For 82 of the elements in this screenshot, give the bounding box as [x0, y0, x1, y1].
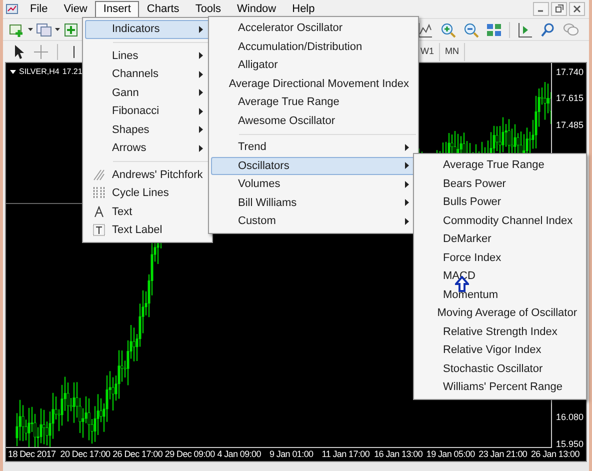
- price-axis-label: 15.950: [556, 440, 584, 449]
- menu-item[interactable]: Williams' Percent Range: [416, 378, 584, 396]
- menu-bar-item[interactable]: Charts: [138, 0, 188, 18]
- time-axis-label: 11 Jan 17:00: [322, 448, 371, 461]
- chat-icon[interactable]: [563, 22, 579, 38]
- menu-item[interactable]: Indicators: [85, 20, 210, 38]
- close-button[interactable]: [569, 2, 585, 16]
- price-axis-label: 17.740: [556, 68, 584, 77]
- menu-item[interactable]: Volumes: [211, 175, 416, 194]
- menu-item[interactable]: Commodity Channel Index: [416, 212, 584, 230]
- menu-item[interactable]: Average True Range: [416, 156, 584, 174]
- line-chart-icon[interactable]: [417, 22, 433, 38]
- pitchfork-icon: [93, 168, 105, 181]
- menu-item[interactable]: Arrows: [85, 139, 210, 158]
- time-axis-label: 26 Dec 17:00: [112, 448, 164, 461]
- windows-icon[interactable]: [36, 22, 52, 38]
- caret-icon: [28, 28, 33, 31]
- dropdown-triangle-icon[interactable]: [10, 70, 16, 74]
- search-icon[interactable]: [540, 22, 556, 38]
- menu-item[interactable]: Bulls Power: [416, 193, 584, 212]
- menu-item[interactable]: Relative Strength Index: [416, 322, 584, 341]
- menu-item[interactable]: Bill Williams: [211, 194, 416, 212]
- price-axis-label: 17.485: [556, 120, 584, 130]
- menu-item[interactable]: DeMarker: [416, 230, 584, 248]
- menu-item[interactable]: Moving Average of Oscillator: [416, 304, 584, 322]
- symbol-label: SILVER,H4: [19, 66, 60, 78]
- zoom-out-icon[interactable]: [463, 22, 479, 38]
- text-label-icon: [93, 224, 105, 236]
- add-icon[interactable]: [63, 22, 79, 38]
- menu-item[interactable]: Accumulation/Distribution: [211, 38, 416, 56]
- time-axis-label: 20 Dec 17:00: [60, 448, 112, 461]
- timeframe-button[interactable]: MN: [440, 42, 465, 60]
- menu-item[interactable]: Lines: [85, 46, 210, 65]
- menu-item[interactable]: Shapes: [85, 120, 210, 139]
- price-axis-label: 16.080: [556, 412, 584, 422]
- menu-bar-item[interactable]: Window: [229, 0, 284, 18]
- time-axis-label: 19 Jan 05:00: [426, 448, 476, 461]
- menu-item[interactable]: Relative Vigor Index: [416, 341, 584, 360]
- auto-scroll-icon[interactable]: [517, 22, 533, 38]
- price-label: 17.21: [62, 66, 82, 78]
- time-axis-label: 29 Dec 09:00: [164, 448, 216, 461]
- new-chart-icon[interactable]: [9, 22, 25, 38]
- price-axis-label: 17.615: [556, 94, 584, 103]
- menu-item[interactable]: Momentum: [416, 286, 584, 304]
- menu-item[interactable]: Text: [85, 202, 210, 221]
- cycle-lines-icon: [93, 187, 105, 200]
- time-axis-label: 16 Jan 13:00: [374, 448, 424, 461]
- menu-item[interactable]: Custom: [211, 212, 416, 230]
- menu-bar-item[interactable]: View: [56, 0, 96, 18]
- menu-item[interactable]: Stochastic Oscillator: [416, 360, 584, 378]
- menu-item[interactable]: Trend: [211, 138, 416, 156]
- menu-item[interactable]: Cycle Lines: [85, 184, 210, 202]
- menu-item[interactable]: Force Index: [416, 248, 584, 267]
- menu-item[interactable]: Fibonacci: [85, 102, 210, 120]
- time-axis-label: 4 Jan 09:00: [217, 448, 262, 461]
- menu-item[interactable]: Channels: [85, 65, 210, 84]
- menu-item[interactable]: Accelerator Oscillator: [211, 19, 416, 38]
- time-axis-label: 23 Jan 21:00: [478, 448, 528, 461]
- menu-item[interactable]: Gann: [85, 84, 210, 102]
- time-axis-label: 9 Jan 01:00: [269, 448, 314, 461]
- menu-item[interactable]: MACD: [416, 267, 584, 286]
- menu-item[interactable]: Average True Range: [211, 93, 416, 112]
- menu-item[interactable]: Text Label: [85, 221, 210, 240]
- caret-icon: [55, 28, 60, 31]
- time-axis-label: 18 Dec 2017: [8, 448, 57, 461]
- menu-bar-item[interactable]: Help: [284, 0, 323, 18]
- menu-item[interactable]: Average Directional Movement Index: [211, 74, 416, 93]
- app-icon[interactable]: [6, 3, 18, 15]
- menu-item[interactable]: Andrews' Pitchfork: [85, 166, 210, 184]
- menu-item[interactable]: Awesome Oscillator: [211, 112, 416, 130]
- menu-item[interactable]: Oscillators: [211, 156, 416, 175]
- menu-bar-item[interactable]: Tools: [187, 0, 229, 18]
- menu-item[interactable]: Alligator: [211, 56, 416, 74]
- time-axis-label: 26 Jan 13:00: [530, 448, 580, 461]
- menu-bar-item[interactable]: Insert: [95, 0, 139, 18]
- minimize-button[interactable]: [533, 2, 549, 16]
- restore-button[interactable]: [551, 2, 567, 16]
- tile-windows-icon[interactable]: [486, 22, 502, 38]
- menu-item[interactable]: Bears Power: [416, 174, 584, 193]
- zoom-in-icon[interactable]: [440, 22, 456, 38]
- menu-bar-item[interactable]: File: [22, 0, 56, 18]
- letter-icon: [94, 206, 104, 218]
